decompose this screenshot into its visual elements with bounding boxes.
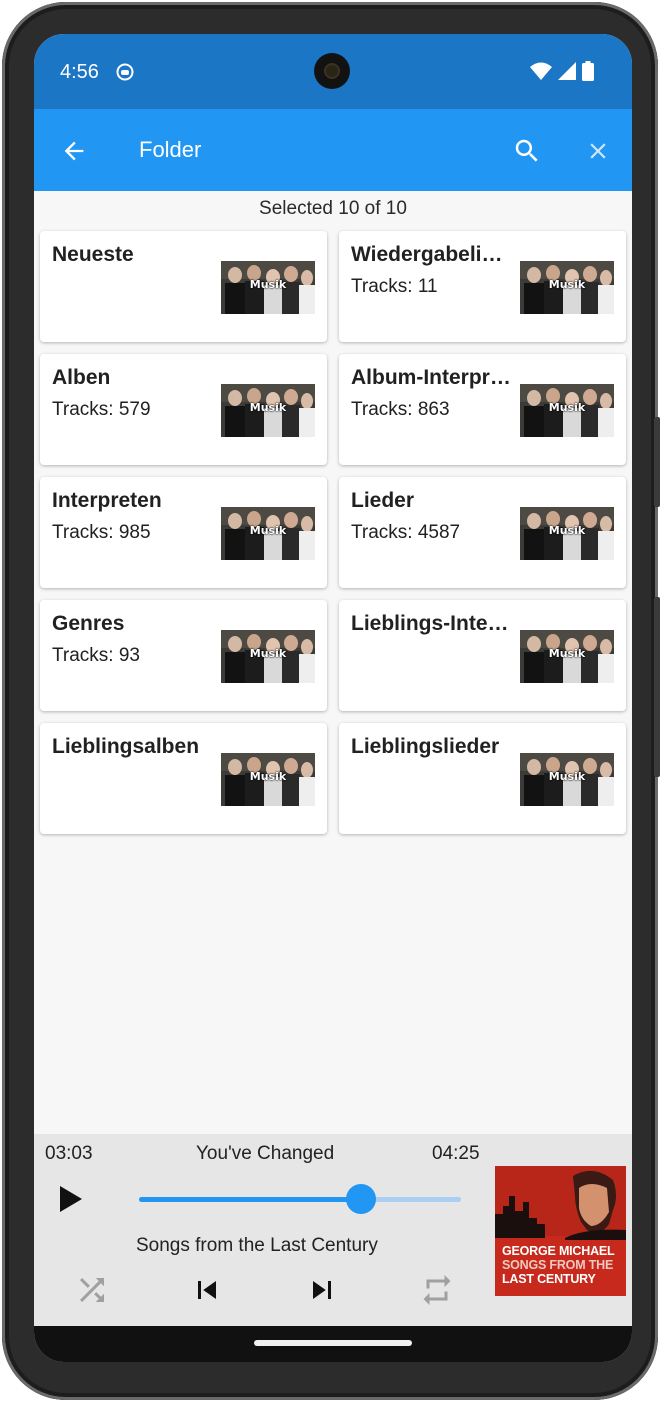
folder-card-title: Wiedergabelisten <box>351 243 513 266</box>
track-duration: 04:25 <box>432 1143 480 1164</box>
thumbnail-label: Musik <box>249 278 287 291</box>
folder-card-title: Alben <box>52 366 111 389</box>
skip-next-icon[interactable] <box>304 1272 340 1313</box>
folder-card-title: Lieblingsalben <box>52 735 200 758</box>
folder-card[interactable]: Genres Tracks: 93 Musik <box>40 600 327 711</box>
folder-card-title: Neueste <box>52 243 134 266</box>
folder-thumbnail: Musik <box>520 507 614 560</box>
folder-card-title: Lieblings-Interpreten <box>351 612 513 635</box>
folder-card[interactable]: Neueste Musik <box>40 231 327 342</box>
battery-icon <box>582 61 594 86</box>
folder-card-tracks: Tracks: 985 <box>52 522 151 543</box>
folder-card[interactable]: Album-Interpreten Tracks: 863 Musik <box>339 354 626 465</box>
thumbnail-label: Musik <box>548 401 586 414</box>
folder-card-title: Album-Interpreten <box>351 366 513 389</box>
cover-title-2: LAST CENTURY <box>502 1272 596 1286</box>
folder-card[interactable]: Interpreten Tracks: 985 Musik <box>40 477 327 588</box>
folder-thumbnail: Musik <box>520 630 614 683</box>
notification-icon <box>116 63 134 86</box>
thumbnail-label: Musik <box>548 278 586 291</box>
thumbnail-label: Musik <box>548 524 586 537</box>
seek-bar[interactable] <box>139 1197 461 1202</box>
folder-card-title: Lieblingslieder <box>351 735 500 758</box>
album-title: Songs from the Last Century <box>136 1235 378 1256</box>
close-icon[interactable] <box>585 138 611 169</box>
status-bar: 4:56 <box>34 34 632 109</box>
repeat-icon[interactable] <box>419 1272 455 1313</box>
status-time: 4:56 <box>60 61 99 83</box>
folder-thumbnail: Musik <box>520 384 614 437</box>
folder-thumbnail: Musik <box>221 753 315 806</box>
wifi-icon <box>530 62 552 85</box>
album-cover[interactable]: GEORGE MICHAEL SONGS FROM THE LAST CENTU… <box>495 1166 626 1296</box>
folder-card-title: Lieder <box>351 489 415 512</box>
front-camera <box>314 53 350 89</box>
folder-card-title: Genres <box>52 612 125 635</box>
folder-thumbnail: Musik <box>221 507 315 560</box>
folder-card-tracks: Tracks: 11 <box>351 276 438 297</box>
seek-bar-thumb[interactable] <box>346 1184 377 1214</box>
folder-card-tracks: Tracks: 579 <box>52 399 151 420</box>
folder-thumbnail: Musik <box>221 630 315 683</box>
folder-card[interactable]: Lieder Tracks: 4587 Musik <box>339 477 626 588</box>
folder-card[interactable]: Lieblings-Interpreten Musik <box>339 600 626 711</box>
power-button <box>654 417 660 507</box>
thumbnail-label: Musik <box>249 770 287 783</box>
skip-previous-icon[interactable] <box>189 1272 225 1313</box>
phone-frame: 4:56 Folder Selected 10 of 10 Neueste Mu… <box>2 2 660 1400</box>
shuffle-icon[interactable] <box>74 1272 110 1313</box>
thumbnail-label: Musik <box>249 647 287 660</box>
folder-card[interactable]: Lieblingsalben Musik <box>40 723 327 834</box>
folder-card[interactable]: Alben Tracks: 579 Musik <box>40 354 327 465</box>
folder-card[interactable]: Wiedergabelisten Tracks: 11 Musik <box>339 231 626 342</box>
navigation-bar <box>34 1326 632 1362</box>
cover-title-1: SONGS FROM THE <box>502 1258 614 1272</box>
back-arrow-icon[interactable] <box>60 137 88 170</box>
elapsed-time: 03:03 <box>45 1143 93 1164</box>
cover-artist: GEORGE MICHAEL <box>502 1244 615 1258</box>
selection-count: Selected 10 of 10 <box>259 198 407 219</box>
thumbnail-label: Musik <box>249 524 287 537</box>
folder-card-tracks: Tracks: 93 <box>52 645 140 666</box>
folder-thumbnail: Musik <box>221 261 315 314</box>
folder-card-tracks: Tracks: 4587 <box>351 522 461 543</box>
seek-bar-progress <box>139 1197 362 1202</box>
app-bar: Folder <box>34 109 632 191</box>
volume-button <box>654 597 660 777</box>
folder-card[interactable]: Lieblingslieder Musik <box>339 723 626 834</box>
signal-icon <box>558 62 576 85</box>
folder-card-title: Interpreten <box>52 489 162 512</box>
thumbnail-label: Musik <box>548 770 586 783</box>
track-title: You've Changed <box>196 1143 335 1164</box>
thumbnail-label: Musik <box>249 401 287 414</box>
search-icon[interactable] <box>512 136 542 171</box>
thumbnail-label: Musik <box>548 647 586 660</box>
folder-thumbnail: Musik <box>520 753 614 806</box>
folder-thumbnail: Musik <box>221 384 315 437</box>
mini-player: 03:03 You've Changed 04:25 Songs from th… <box>34 1134 632 1326</box>
page-title: Folder <box>139 137 202 162</box>
screen: 4:56 Folder Selected 10 of 10 Neueste Mu… <box>34 34 632 1362</box>
folder-card-tracks: Tracks: 863 <box>351 399 450 420</box>
folder-thumbnail: Musik <box>520 261 614 314</box>
play-icon[interactable] <box>58 1184 84 1219</box>
folder-grid: Neueste Musik Wiedergabelisten Tracks: 1… <box>40 231 626 834</box>
home-indicator[interactable] <box>254 1340 412 1346</box>
